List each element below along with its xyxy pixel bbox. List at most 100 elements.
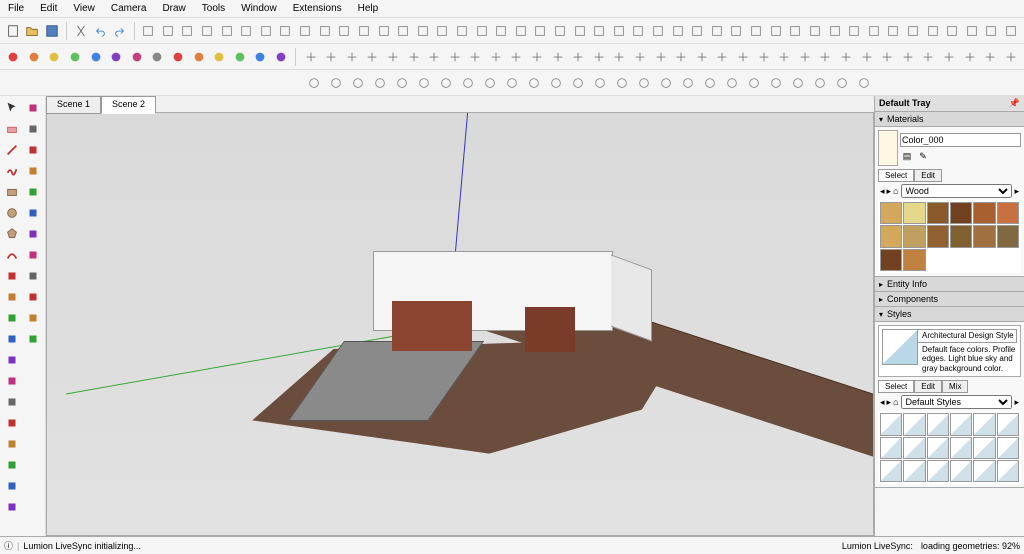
- toolbar-icon[interactable]: [179, 21, 197, 41]
- style-swatch[interactable]: [927, 413, 949, 435]
- toolbar-icon[interactable]: [139, 21, 157, 41]
- toolbar-icon[interactable]: [795, 47, 814, 67]
- toolbar-icon[interactable]: [277, 21, 295, 41]
- toolbar-icon[interactable]: [775, 47, 794, 67]
- toolbar-icon[interactable]: [4, 47, 23, 67]
- components-panel-header[interactable]: Components: [875, 292, 1024, 307]
- toolbar-icon[interactable]: [651, 47, 670, 67]
- material-swatch[interactable]: [927, 225, 949, 247]
- toolbar-icon[interactable]: [546, 73, 566, 93]
- scene-tab-1[interactable]: Scene 1: [46, 96, 101, 114]
- toolbar-icon[interactable]: [656, 73, 676, 93]
- toolbar-icon[interactable]: [610, 47, 629, 67]
- details-icon[interactable]: ▸: [1014, 186, 1019, 197]
- material-swatch[interactable]: [997, 225, 1019, 247]
- toolbar-icon[interactable]: [631, 47, 650, 67]
- toolbar-icon[interactable]: [394, 21, 412, 41]
- toolbar-icon[interactable]: [107, 47, 126, 67]
- style-swatch[interactable]: [997, 437, 1019, 459]
- toolbar-icon[interactable]: [693, 47, 712, 67]
- tool-icon[interactable]: [2, 350, 22, 370]
- toolbar-icon[interactable]: [272, 47, 291, 67]
- tool-icon[interactable]: [2, 287, 22, 307]
- toolbar-icon[interactable]: [747, 21, 765, 41]
- style-library-select[interactable]: Default Styles: [901, 395, 1013, 409]
- toolbar-icon[interactable]: [414, 73, 434, 93]
- home-icon[interactable]: ⌂: [893, 186, 898, 196]
- sample-paint-icon[interactable]: ✎: [916, 149, 930, 163]
- toolbar-icon[interactable]: [45, 47, 64, 67]
- cut-icon[interactable]: [72, 21, 90, 41]
- toolbar-icon[interactable]: [189, 47, 208, 67]
- toolbar-icon[interactable]: [148, 47, 167, 67]
- style-swatch[interactable]: [950, 437, 972, 459]
- scene-tab-2[interactable]: Scene 2: [101, 96, 156, 114]
- model-house[interactable]: [278, 231, 658, 431]
- styles-select-tab[interactable]: Select: [878, 380, 914, 393]
- forward-icon[interactable]: ▸: [887, 397, 892, 408]
- toolbar-icon[interactable]: [816, 47, 835, 67]
- toolbar-icon[interactable]: [425, 47, 444, 67]
- tool-icon[interactable]: [23, 287, 43, 307]
- material-swatch[interactable]: [903, 202, 925, 224]
- toolbar-icon[interactable]: [569, 47, 588, 67]
- style-swatch[interactable]: [973, 413, 995, 435]
- toolbar-icon[interactable]: [669, 21, 687, 41]
- toolbar-icon[interactable]: [919, 47, 938, 67]
- toolbar-icon[interactable]: [744, 73, 764, 93]
- style-swatch[interactable]: [950, 460, 972, 482]
- undo-icon[interactable]: [91, 21, 109, 41]
- create-material-icon[interactable]: ▤: [900, 149, 914, 163]
- home-icon[interactable]: ⌂: [893, 397, 898, 407]
- material-swatch[interactable]: [950, 202, 972, 224]
- back-icon[interactable]: ◂: [880, 186, 885, 197]
- styles-edit-tab[interactable]: Edit: [914, 380, 942, 393]
- toolbar-icon[interactable]: [507, 47, 526, 67]
- toolbar-icon[interactable]: [414, 21, 432, 41]
- toolbar-icon[interactable]: [128, 47, 147, 67]
- tool-icon[interactable]: [2, 476, 22, 496]
- toolbar-icon[interactable]: [1001, 47, 1020, 67]
- tool-icon[interactable]: [23, 308, 43, 328]
- line-tool-icon[interactable]: [2, 140, 22, 160]
- tool-icon[interactable]: [23, 245, 43, 265]
- toolbar-icon[interactable]: [548, 47, 567, 67]
- toolbar-icon[interactable]: [384, 47, 403, 67]
- circle-tool-icon[interactable]: [2, 203, 22, 223]
- styles-mix-tab[interactable]: Mix: [942, 380, 968, 393]
- eraser-tool-icon[interactable]: [2, 119, 22, 139]
- toolbar-icon[interactable]: [363, 47, 382, 67]
- toolbar-icon[interactable]: [473, 21, 491, 41]
- toolbar-icon[interactable]: [316, 21, 334, 41]
- toolbar-icon[interactable]: [528, 47, 547, 67]
- toolbar-icon[interactable]: [898, 47, 917, 67]
- toolbar-icon[interactable]: [218, 21, 236, 41]
- material-swatch[interactable]: [903, 225, 925, 247]
- toolbar-icon[interactable]: [568, 73, 588, 93]
- tool-icon[interactable]: [23, 266, 43, 286]
- freehand-tool-icon[interactable]: [2, 161, 22, 181]
- toolbar-icon[interactable]: [924, 21, 942, 41]
- material-swatch[interactable]: [997, 202, 1019, 224]
- toolbar-icon[interactable]: [301, 47, 320, 67]
- toolbar-icon[interactable]: [512, 21, 530, 41]
- tool-icon[interactable]: [23, 224, 43, 244]
- toolbar-icon[interactable]: [322, 47, 341, 67]
- toolbar-icon[interactable]: [630, 21, 648, 41]
- toolbar-icon[interactable]: [348, 73, 368, 93]
- toolbar-icon[interactable]: [392, 73, 412, 93]
- tool-icon[interactable]: [2, 455, 22, 475]
- tool-icon[interactable]: [23, 203, 43, 223]
- toolbar-icon[interactable]: [86, 47, 105, 67]
- toolbar-icon[interactable]: [854, 73, 874, 93]
- toolbar-icon[interactable]: [649, 21, 667, 41]
- toolbar-icon[interactable]: [688, 21, 706, 41]
- style-swatch[interactable]: [880, 460, 902, 482]
- menu-draw[interactable]: Draw: [154, 1, 193, 16]
- toolbar-icon[interactable]: [634, 73, 654, 93]
- tool-icon[interactable]: [23, 140, 43, 160]
- tool-icon[interactable]: [23, 98, 43, 118]
- toolbar-icon[interactable]: [458, 73, 478, 93]
- toolbar-icon[interactable]: [708, 21, 726, 41]
- details-icon[interactable]: ▸: [1014, 397, 1019, 408]
